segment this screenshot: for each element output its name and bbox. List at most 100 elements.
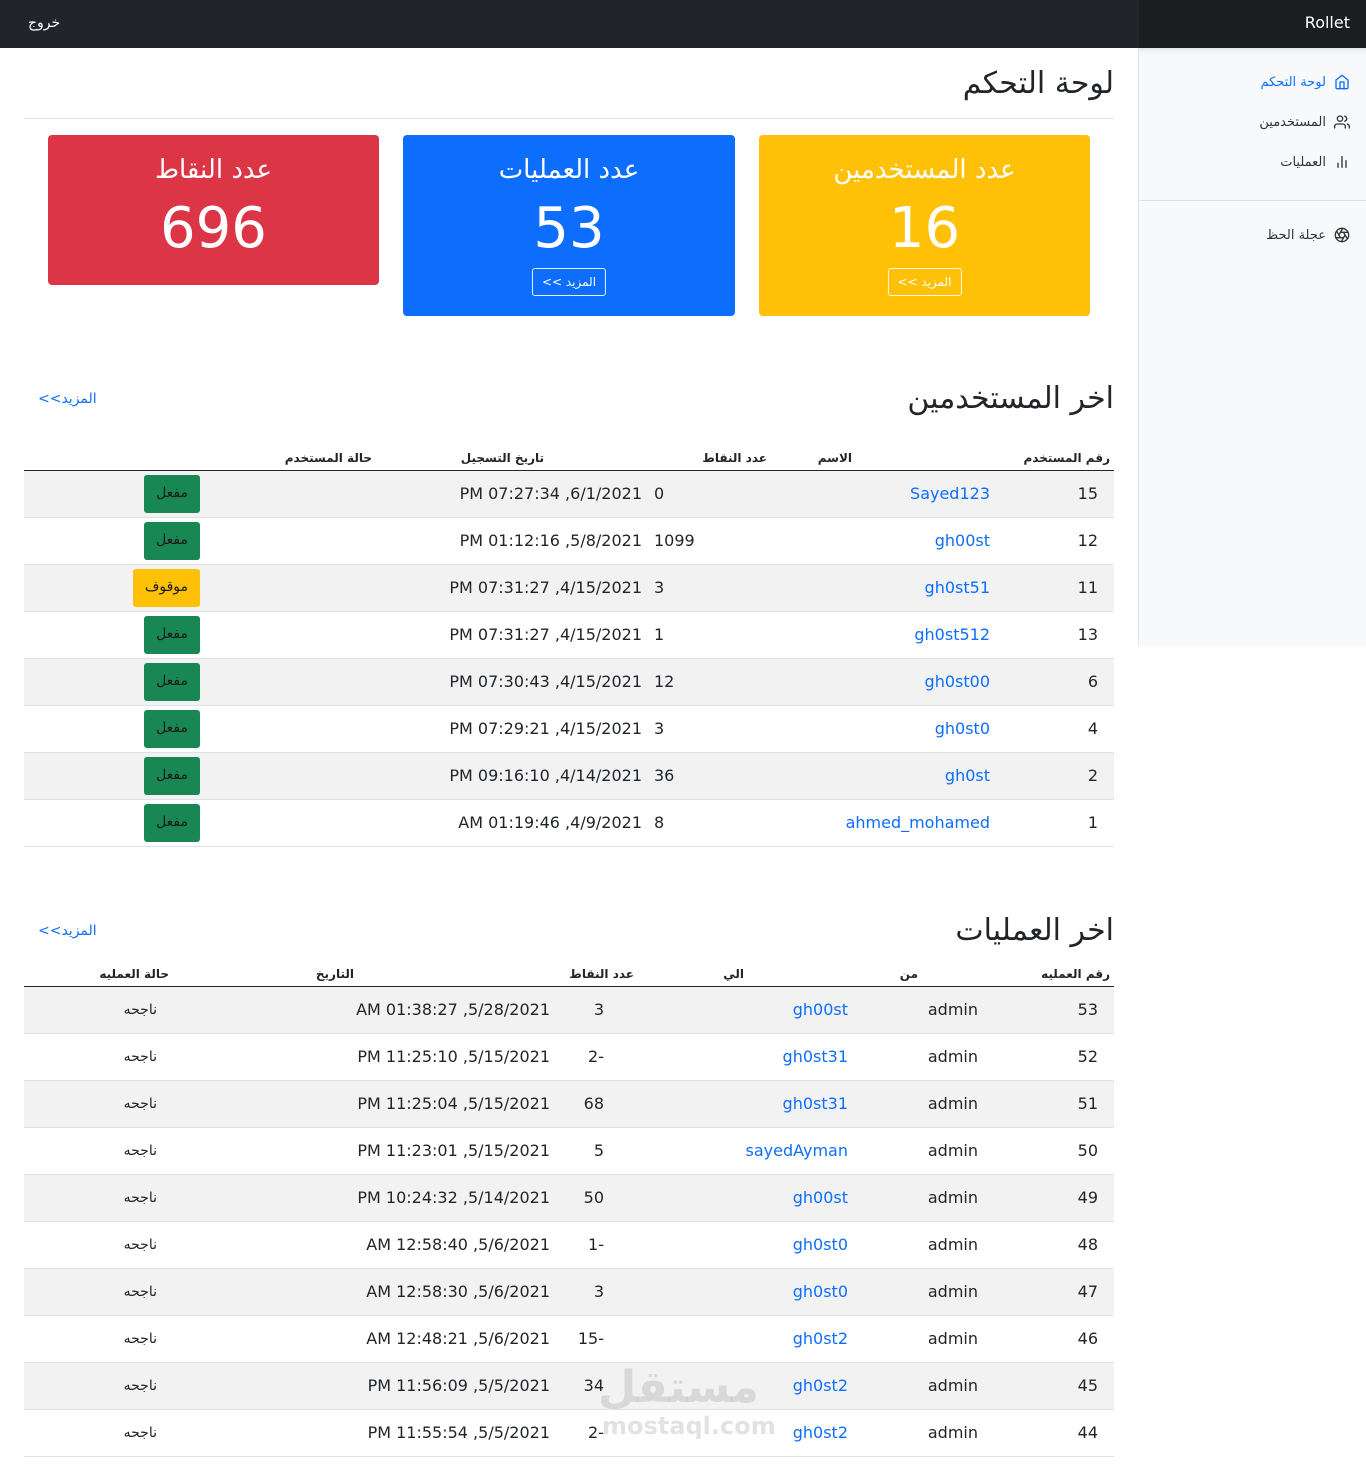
operation-to-link[interactable]: gh0st2 xyxy=(793,1329,848,1348)
operation-points: -1 xyxy=(588,1235,604,1254)
operation-id-cell: 44 xyxy=(1004,1409,1114,1457)
user-date-cell: 4/15/2021, 07:29:21 PM xyxy=(372,705,654,753)
user-points-cell: 1 xyxy=(654,611,802,659)
user-points: 1 xyxy=(654,625,665,644)
user-registration-date: 4/15/2021, 07:30:43 PM xyxy=(449,672,642,691)
operation-points: -2 xyxy=(588,1423,604,1442)
user-name-link[interactable]: ahmed_mohamed xyxy=(846,813,990,832)
status-badge: مفعل xyxy=(144,756,200,795)
operation-id: 52 xyxy=(1077,1047,1098,1066)
operations-more-button[interactable]: المزيد >> xyxy=(531,268,607,296)
operation-status-cell: ناجحه xyxy=(24,1080,284,1128)
operation-points: 5 xyxy=(593,1141,604,1160)
brand-title[interactable]: Rollet xyxy=(1305,13,1350,32)
sidebar-item-lucky-wheel[interactable]: عجلة الحظ xyxy=(1266,227,1350,243)
sidebar-divider xyxy=(1139,200,1366,201)
operation-to-cell: gh0st2 xyxy=(714,1315,874,1363)
operation-points: 3 xyxy=(593,1282,604,1301)
operation-from: admin xyxy=(927,1188,978,1207)
col-header: من xyxy=(874,962,1004,987)
user-name-cell: gh0st51 xyxy=(802,564,1004,612)
operation-to-cell: gh0st2 xyxy=(714,1362,874,1410)
operation-from-cell: admin xyxy=(874,1409,1004,1457)
operation-status: ناجحه xyxy=(123,1142,157,1159)
sidebar-item-dashboard[interactable]: لوحة التحكم xyxy=(1260,74,1350,90)
card-value: 696 xyxy=(160,196,267,261)
operation-id: 45 xyxy=(1077,1376,1098,1395)
operation-to-link[interactable]: gh0st0 xyxy=(793,1235,848,1254)
latest-users-more-link[interactable]: المزيد>> xyxy=(38,391,97,407)
operation-id-cell: 47 xyxy=(1004,1268,1114,1316)
sidebar-item-label: لوحة التحكم xyxy=(1260,74,1326,90)
operation-date: 5/6/2021, 12:48:21 AM xyxy=(366,1329,550,1348)
sidebar-item-operations[interactable]: العمليات xyxy=(1280,154,1350,170)
home-icon xyxy=(1335,74,1349,90)
bar-chart-icon xyxy=(1337,156,1347,168)
operation-to-link[interactable]: gh0st0 xyxy=(793,1282,848,1301)
operation-to-link[interactable]: gh00st xyxy=(793,1000,848,1019)
user-points: 8 xyxy=(654,813,665,832)
operation-date-cell: 5/15/2021, 11:25:10 PM xyxy=(284,1033,564,1081)
operation-from: admin xyxy=(927,1282,978,1301)
operation-from-cell: admin xyxy=(874,1268,1004,1316)
latest-users-table: رقم المستخدم الاسم عدد النقاط تاريخ التس… xyxy=(24,446,1114,847)
user-id-cell: 1 xyxy=(1004,799,1114,847)
operation-date-cell: 5/6/2021, 12:48:21 AM xyxy=(284,1315,564,1363)
user-id-cell: 15 xyxy=(1004,470,1114,518)
table-row: 48 admin gh0st0 -1 5/6/2021, 12:58:40 AM ناجح… xyxy=(24,1221,1114,1269)
operation-points: -2 xyxy=(588,1047,604,1066)
operation-from: admin xyxy=(927,1094,978,1113)
operation-from-cell: admin xyxy=(874,1127,1004,1175)
operation-from-cell: admin xyxy=(874,1221,1004,1269)
latest-operations-more-link[interactable]: المزيد>> xyxy=(38,923,97,939)
operation-to-link[interactable]: sayedAyman xyxy=(746,1141,848,1160)
user-id: 11 xyxy=(1077,578,1098,597)
operation-id: 44 xyxy=(1077,1423,1098,1442)
operation-to-cell: gh0st2 xyxy=(714,1409,874,1457)
table-header-row: رقم المستخدم الاسم عدد النقاط تاريخ التس… xyxy=(24,446,1114,471)
user-name-link[interactable]: gh0st512 xyxy=(914,625,990,644)
operation-to-link[interactable]: gh00st xyxy=(793,1188,848,1207)
operations-count-card: عدد العمليات 53 المزيد >> xyxy=(403,135,735,316)
table-header-row: رقم العمليه من الي عدد النقاط التاريخ حا… xyxy=(24,962,1114,987)
table-row: 15 Sayed123 0 6/1/2021, 07:27:34 PM مفعل xyxy=(24,470,1114,518)
operation-id-cell: 50 xyxy=(1004,1127,1114,1175)
users-more-button[interactable]: المزيد >> xyxy=(887,268,962,296)
user-id: 13 xyxy=(1077,625,1098,644)
operation-points-cell: 3 xyxy=(564,1268,714,1316)
user-id: 4 xyxy=(1087,719,1098,738)
operation-id-cell: 48 xyxy=(1004,1221,1114,1269)
user-name-cell: Sayed123 xyxy=(802,470,1004,518)
operation-points-cell: 50 xyxy=(564,1174,714,1222)
user-name-link[interactable]: gh0st0 xyxy=(935,719,990,738)
sidebar: لوحة التحكم المستخدمين العمليات عجلة الح… xyxy=(1138,48,1366,646)
operation-points-cell: -2 xyxy=(564,1409,714,1457)
operation-id: 47 xyxy=(1077,1282,1098,1301)
user-name-link[interactable]: gh0st xyxy=(945,766,990,785)
operation-to-link[interactable]: gh0st2 xyxy=(793,1376,848,1395)
operation-date: 5/15/2021, 11:23:01 PM xyxy=(357,1141,550,1160)
operation-to-cell: gh0st31 xyxy=(714,1033,874,1081)
operation-points-cell: 5 xyxy=(564,1127,714,1175)
operation-to-link[interactable]: gh0st31 xyxy=(783,1094,848,1113)
operation-points-cell: -15 xyxy=(564,1315,714,1363)
operation-to-link[interactable]: gh0st2 xyxy=(793,1423,848,1442)
user-name-link[interactable]: gh0st00 xyxy=(925,672,990,691)
sidebar-item-users[interactable]: المستخدمين xyxy=(1259,114,1350,130)
operation-id-cell: 51 xyxy=(1004,1080,1114,1128)
logout-link[interactable]: خروج xyxy=(28,15,60,31)
user-name-link[interactable]: gh0st51 xyxy=(925,578,990,597)
user-name-cell: gh0st xyxy=(802,752,1004,800)
user-name-cell: ahmed_mohamed xyxy=(802,799,1004,847)
table-row: 2 gh0st 36 4/14/2021, 09:16:10 PM مفعل xyxy=(24,752,1114,800)
operation-from-cell: admin xyxy=(874,1315,1004,1363)
user-name-link[interactable]: Sayed123 xyxy=(910,484,990,503)
operation-to-link[interactable]: gh0st31 xyxy=(783,1047,848,1066)
user-name-cell: gh0st512 xyxy=(802,611,1004,659)
operation-date: 5/15/2021, 11:25:10 PM xyxy=(357,1047,550,1066)
operation-points-cell: -1 xyxy=(564,1221,714,1269)
status-badge: مفعل xyxy=(144,662,200,701)
user-points-cell: 3 xyxy=(654,705,802,753)
user-name-link[interactable]: gh00st xyxy=(935,531,990,550)
operation-status-cell: ناجحه xyxy=(24,986,284,1034)
